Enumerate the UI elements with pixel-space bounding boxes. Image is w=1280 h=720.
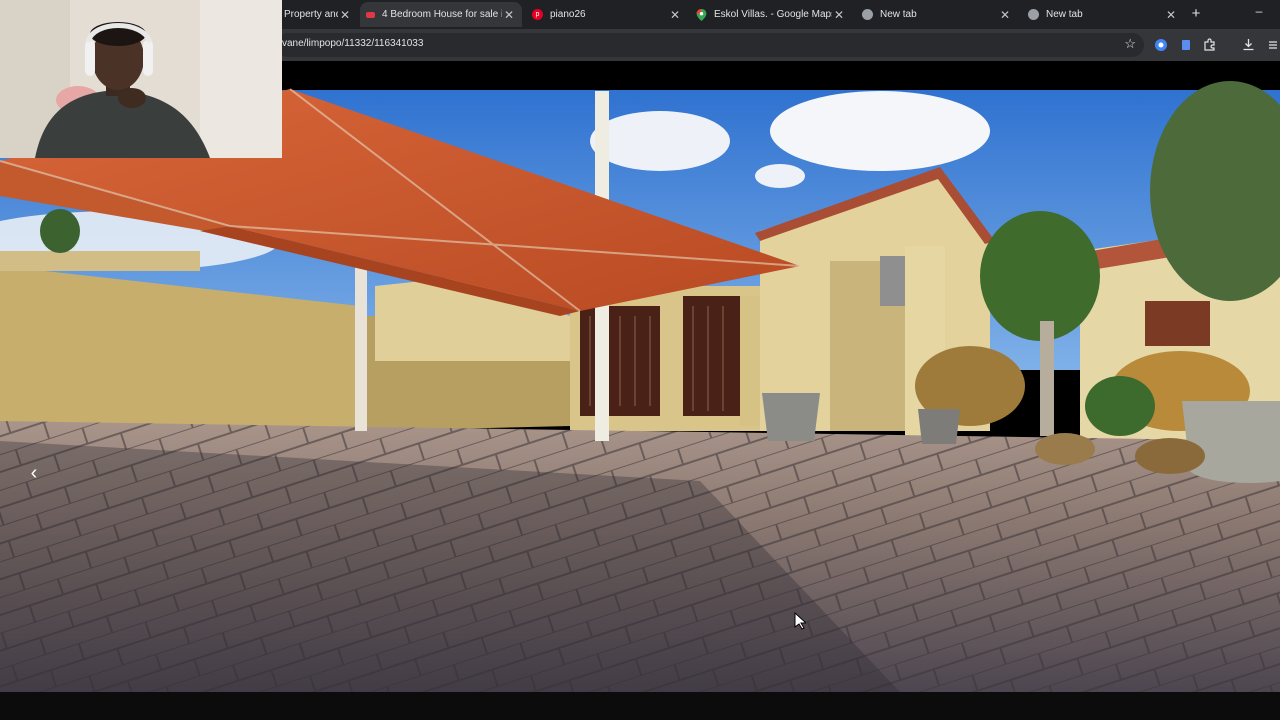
close-icon[interactable]: ✕ [998, 8, 1012, 22]
minimize-button[interactable]: – [1252, 4, 1266, 18]
close-icon[interactable]: ✕ [502, 8, 516, 22]
pinterest-icon: p [532, 9, 543, 20]
previous-photo-button[interactable]: ‹ [26, 463, 42, 483]
property-favicon [366, 11, 375, 18]
mouse-cursor-icon [794, 612, 806, 630]
download-icon[interactable] [1241, 37, 1256, 52]
chrome-icon [1028, 9, 1039, 20]
webcam-overlay [0, 0, 282, 158]
puzzle-icon[interactable] [1203, 37, 1218, 52]
tab-title: Property and [284, 9, 338, 20]
tab-google-maps[interactable]: Eskol Villas. - Google Maps ✕ [690, 2, 852, 27]
tab-new-tab-1[interactable]: New tab ✕ [856, 2, 1018, 27]
tab-house-listing[interactable]: 4 Bedroom House for sale in Br ✕ [360, 2, 522, 27]
tab-title: 4 Bedroom House for sale in Br [382, 9, 502, 20]
tab-new-tab-2[interactable]: New tab ✕ [1022, 2, 1184, 27]
new-tab-button[interactable]: + [1188, 5, 1204, 23]
tab-title: New tab [880, 9, 917, 20]
close-icon[interactable]: ✕ [668, 8, 682, 22]
tab-property[interactable]: Property and ✕ [278, 2, 358, 27]
close-icon[interactable]: ✕ [832, 8, 846, 22]
webcam-feed-image [0, 0, 282, 158]
browser-window: Property and ✕ 4 Bedroom House for sale … [0, 0, 1280, 720]
close-icon[interactable]: ✕ [1164, 8, 1178, 22]
tab-title: piano26 [550, 9, 586, 20]
extension-icon[interactable] [1153, 37, 1168, 52]
tab-title: Eskol Villas. - Google Maps [714, 9, 832, 20]
bottom-bar [0, 692, 1280, 720]
menu-icon[interactable] [1265, 37, 1280, 52]
address-bar[interactable]: vane/limpopo/11332/116341033 ☆ [276, 33, 1144, 57]
bookmark-star-icon[interactable]: ☆ [1124, 36, 1136, 52]
maps-icon [696, 8, 707, 21]
extension-icon[interactable] [1178, 37, 1193, 52]
tab-title: New tab [1046, 9, 1083, 20]
url-text: vane/limpopo/11332/116341033 [282, 38, 424, 49]
tab-pinterest[interactable]: p piano26 ✕ [526, 2, 688, 27]
close-icon[interactable]: ✕ [338, 8, 352, 22]
chrome-icon [862, 9, 873, 20]
